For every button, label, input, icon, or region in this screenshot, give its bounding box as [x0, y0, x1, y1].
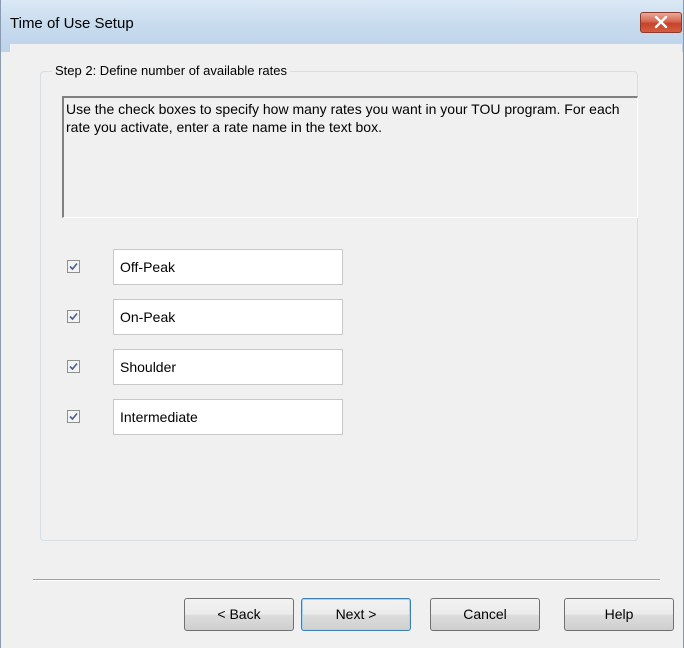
checkmark-icon — [69, 362, 78, 371]
cancel-button[interactable]: Cancel — [430, 598, 540, 631]
checkmark-icon — [69, 412, 78, 421]
rate-4-name-input[interactable] — [113, 399, 343, 435]
checkmark-icon — [69, 312, 78, 321]
rate-2-name-input[interactable] — [113, 299, 343, 335]
next-button[interactable]: Next > — [301, 598, 411, 631]
dialog-body: Step 2: Define number of available rates… — [10, 44, 682, 648]
step-legend: Step 2: Define number of available rates — [52, 63, 290, 78]
rates-groupbox: Step 2: Define number of available rates… — [40, 63, 648, 541]
instructions-text: Use the check boxes to specify how many … — [66, 101, 620, 135]
close-icon — [654, 16, 668, 29]
rate-1-name-input[interactable] — [113, 249, 343, 285]
window-title: Time of Use Setup — [10, 15, 134, 32]
rate-4-checkbox[interactable] — [67, 410, 80, 423]
rate-1-checkbox[interactable] — [67, 260, 80, 273]
button-divider — [33, 579, 660, 581]
back-button[interactable]: < Back — [184, 598, 294, 631]
dialog-window: Time of Use Setup Step 2: Define number … — [0, 0, 684, 648]
checkmark-icon — [69, 262, 78, 271]
rate-2-checkbox[interactable] — [67, 310, 80, 323]
rate-3-checkbox[interactable] — [67, 360, 80, 373]
instructions-box: Use the check boxes to specify how many … — [62, 96, 638, 218]
rate-3-name-input[interactable] — [113, 349, 343, 385]
help-button[interactable]: Help — [564, 598, 674, 631]
close-button[interactable] — [640, 12, 682, 33]
